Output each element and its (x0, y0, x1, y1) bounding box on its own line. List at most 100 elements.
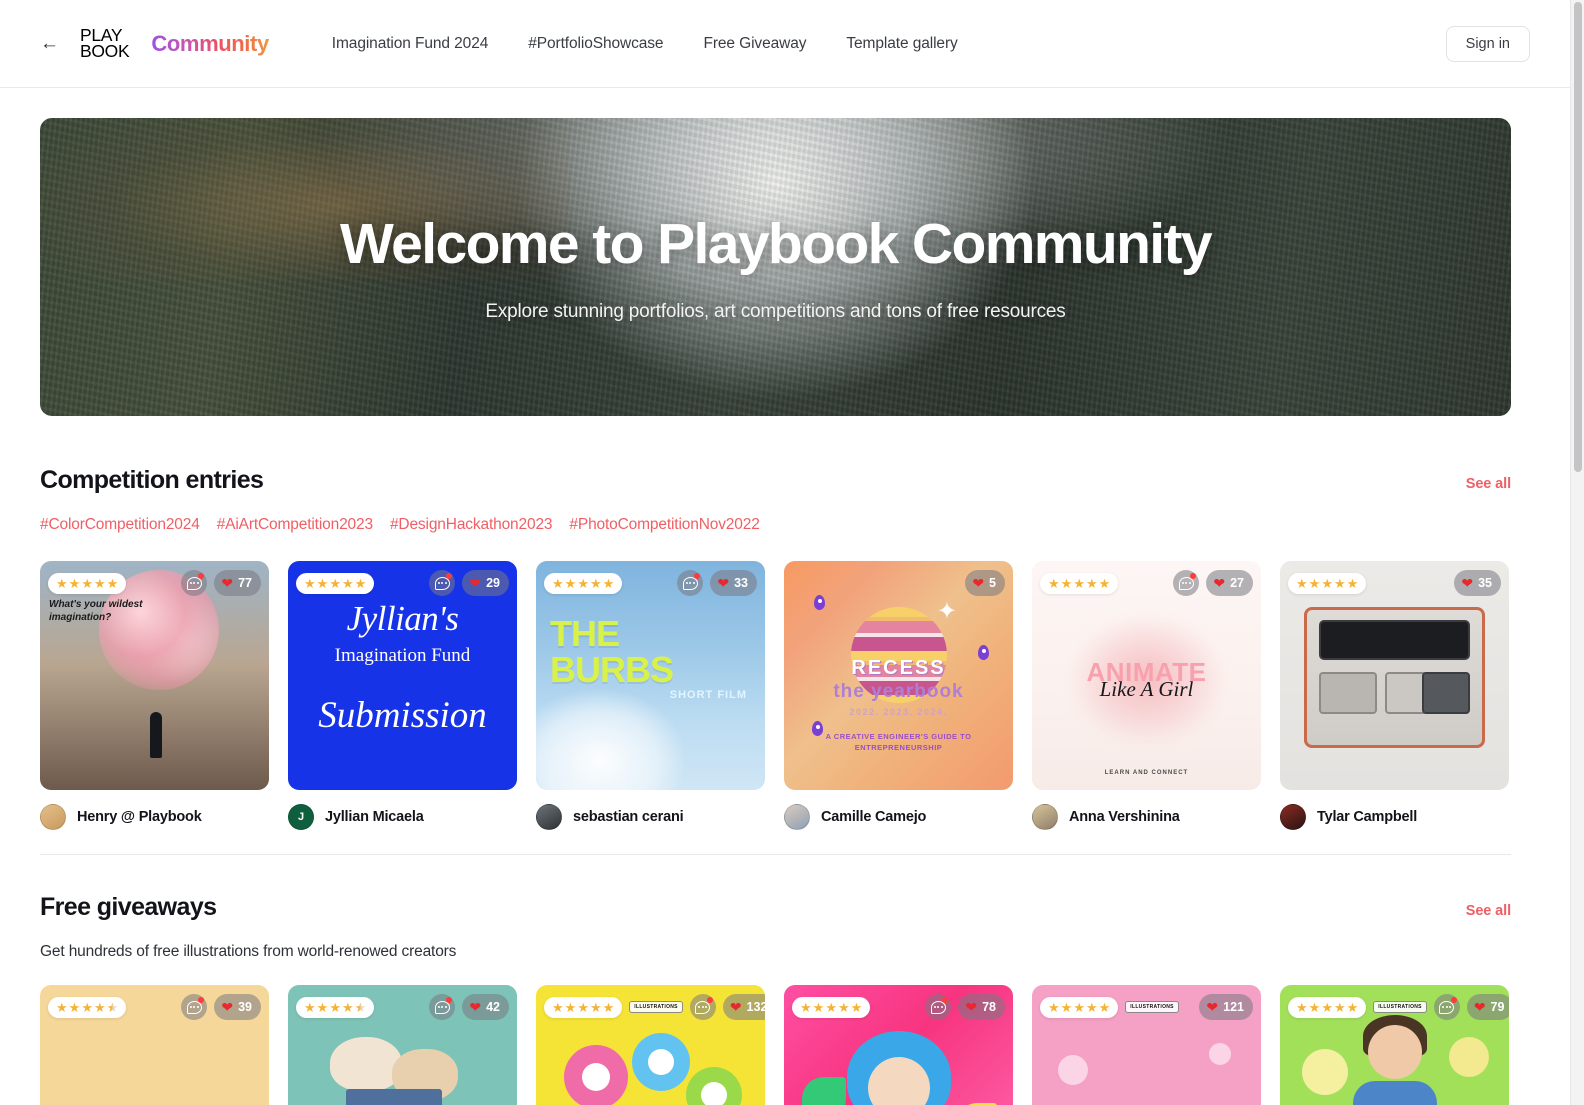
star-icon: ★ (1085, 999, 1098, 1015)
like-button[interactable]: ❤ 77 (214, 570, 261, 596)
card-thumbnail[interactable]: ★ ★ ★ ★ ★ ILLUSTRATIONS ❤ 132 (536, 985, 765, 1105)
like-button[interactable]: ❤ 27 (1206, 570, 1253, 596)
card-author[interactable]: Anna Vershinina (1032, 804, 1261, 830)
like-button[interactable]: ❤ 29 (462, 570, 509, 596)
card-actions: ❤ 79 (1433, 994, 1509, 1020)
tag-photo-competition-nov-2022[interactable]: #PhotoCompetitionNov2022 (569, 516, 759, 534)
comment-icon[interactable] (429, 570, 456, 596)
card-thumbnail[interactable]: What's your wildest imagination? ★ ★ ★ ★… (40, 561, 269, 790)
logo-line-2: BOOK (80, 40, 130, 61)
like-button[interactable]: ❤ 5 (965, 570, 1005, 596)
nav-item-template-gallery[interactable]: Template gallery (846, 35, 957, 53)
card-thumbnail[interactable]: ✦ RECESS the yearbook 2022. 2023. 2024. … (784, 561, 1013, 790)
competition-card[interactable]: Jyllian's Imagination Fund Submission ★ … (288, 561, 517, 830)
avatar (1032, 804, 1058, 830)
page-scrollbar[interactable] (1570, 0, 1584, 1105)
playbook-logo[interactable]: PLAY BOOK (80, 27, 130, 61)
card-thumbnail[interactable]: ANIMATE Like A Girl LEARN AND CONNECT ★ … (1032, 561, 1261, 790)
comment-icon[interactable] (689, 994, 716, 1020)
artwork-line-1: RECESS (851, 657, 946, 679)
unread-dot-icon (1190, 573, 1197, 579)
tag-color-competition-2024[interactable]: #ColorCompetition2024 (40, 516, 200, 534)
like-button[interactable]: ❤ 42 (462, 994, 509, 1020)
competition-see-all-link[interactable]: See all (1466, 476, 1511, 492)
card-overlay-bar: ★ ★ ★ ★ ★ ❤ 35 (1288, 570, 1501, 596)
card-thumbnail[interactable]: ★ ★ ★ ★ ★ ILLUSTRATIONS ❤ 79 (1280, 985, 1509, 1105)
card-author[interactable]: Camille Camejo (784, 804, 1013, 830)
giveaway-card[interactable]: ★ ★ ★ ★ ★ ILLUSTRATIONS ❤ 79 (1280, 985, 1509, 1105)
star-icon: ★ (1333, 999, 1346, 1015)
section-divider (40, 854, 1511, 855)
competition-card[interactable]: What's your wildest imagination? ★ ★ ★ ★… (40, 561, 269, 830)
card-thumbnail[interactable]: ★ ★ ★ ★ ★ ❤ 42 (288, 985, 517, 1105)
artwork-line-3: Submission (318, 695, 487, 736)
giveaway-card[interactable]: ★ ★ ★ ★ ★ ILLUSTRATIONS ❤ 121 (1032, 985, 1261, 1105)
comment-icon[interactable] (677, 570, 704, 596)
star-icon: ★ (837, 999, 850, 1015)
giveaway-card[interactable]: ★ ★ ★ ★ ★ ❤ 78 (784, 985, 1013, 1105)
comment-icon[interactable] (181, 994, 208, 1020)
like-button[interactable]: ❤ 33 (710, 570, 757, 596)
competition-card[interactable]: ✦ RECESS the yearbook 2022. 2023. 2024. … (784, 561, 1013, 830)
card-author[interactable]: J Jyllian Micaela (288, 804, 517, 830)
competition-card[interactable]: ★ ★ ★ ★ ★ ❤ 35 Tylar Campbell (1280, 561, 1509, 830)
heart-icon: ❤ (1206, 999, 1219, 1015)
comment-icon[interactable] (925, 994, 952, 1020)
comment-icon[interactable] (1433, 994, 1460, 1020)
like-button[interactable]: ❤ 78 (958, 994, 1005, 1020)
star-icon: ★ (1060, 999, 1073, 1015)
star-icon: ★ (1308, 575, 1321, 591)
card-thumbnail[interactable]: ★ ★ ★ ★ ★ ILLUSTRATIONS ❤ 121 (1032, 985, 1261, 1105)
brand-community-label[interactable]: Community (151, 31, 269, 57)
giveaway-card[interactable]: ★ ★ ★ ★ ★ ❤ 42 (288, 985, 517, 1105)
scrollbar-thumb[interactable] (1574, 2, 1582, 472)
like-button[interactable]: ❤ 79 (1466, 994, 1509, 1020)
giveaway-card[interactable]: ★ ★ ★ ★ ★ ILLUSTRATIONS ❤ 132 (536, 985, 765, 1105)
like-button[interactable]: ❤ 132 (722, 994, 765, 1020)
like-button[interactable]: ❤ 39 (214, 994, 261, 1020)
star-icon: ★ (1098, 575, 1111, 591)
back-arrow-icon[interactable]: ← (40, 34, 59, 53)
top-navigation-bar: ← PLAY BOOK Community Imagination Fund 2… (0, 0, 1570, 88)
author-name: Jyllian Micaela (325, 809, 424, 825)
nav-item-imagination-fund[interactable]: Imagination Fund 2024 (332, 35, 489, 53)
star-icon: ★ (812, 999, 825, 1015)
competition-card[interactable]: ANIMATE Like A Girl LEARN AND CONNECT ★ … (1032, 561, 1261, 830)
comment-icon[interactable] (181, 570, 208, 596)
hero-title: Welcome to Playbook Community (339, 212, 1213, 276)
card-thumbnail[interactable]: THE BURBS SHORT FILM ★ ★ ★ ★ ★ ❤ 33 (536, 561, 765, 790)
giveaway-card[interactable]: ★ ★ ★ ★ ★ ❤ 39 (40, 985, 269, 1105)
giveaways-see-all-link[interactable]: See all (1466, 903, 1511, 919)
card-overlay-bar: ★ ★ ★ ★ ★ ❤ 42 (296, 994, 509, 1020)
unread-dot-icon (446, 573, 453, 579)
nav-item-free-giveaway[interactable]: Free Giveaway (703, 35, 806, 53)
card-author[interactable]: Tylar Campbell (1280, 804, 1509, 830)
card-thumbnail[interactable]: ★ ★ ★ ★ ★ ❤ 39 (40, 985, 269, 1105)
card-thumbnail[interactable]: Jyllian's Imagination Fund Submission ★ … (288, 561, 517, 790)
star-icon: ★ (1048, 999, 1060, 1015)
card-overlay-bar: ★ ★ ★ ★ ★ ILLUSTRATIONS ❤ 132 (544, 994, 765, 1020)
like-button[interactable]: ❤ 121 (1199, 994, 1253, 1020)
card-actions: ❤ 77 (181, 570, 261, 596)
artwork-body-shape (1352, 1081, 1437, 1105)
comment-icon[interactable] (429, 994, 456, 1020)
like-count: 35 (1478, 576, 1492, 590)
comment-icon[interactable] (1173, 570, 1200, 596)
competition-card[interactable]: THE BURBS SHORT FILM ★ ★ ★ ★ ★ ❤ 33 seba… (536, 561, 765, 830)
card-author[interactable]: Henry @ Playbook (40, 804, 269, 830)
nav-item-portfolio-showcase[interactable]: #PortfolioShowcase (528, 35, 663, 53)
sign-in-button[interactable]: Sign in (1445, 25, 1530, 62)
tag-design-hackathon-2023[interactable]: #DesignHackathon2023 (390, 516, 553, 534)
card-actions: ❤ 29 (429, 570, 509, 596)
card-author[interactable]: sebastian cerani (536, 804, 765, 830)
author-name: Henry @ Playbook (77, 809, 202, 825)
star-icon: ★ (552, 575, 564, 591)
like-button[interactable]: ❤ 35 (1454, 570, 1501, 596)
tag-ai-art-competition-2023[interactable]: #AiArtCompetition2023 (217, 516, 373, 534)
star-icon: ★ (316, 999, 329, 1015)
card-thumbnail[interactable]: ★ ★ ★ ★ ★ ❤ 35 (1280, 561, 1509, 790)
artwork-caption: What's your wildest imagination? (49, 599, 143, 623)
artwork-line-3: SHORT FILM (669, 689, 747, 701)
card-thumbnail[interactable]: ★ ★ ★ ★ ★ ❤ 78 (784, 985, 1013, 1105)
artwork-leaf-shape (802, 1077, 846, 1105)
